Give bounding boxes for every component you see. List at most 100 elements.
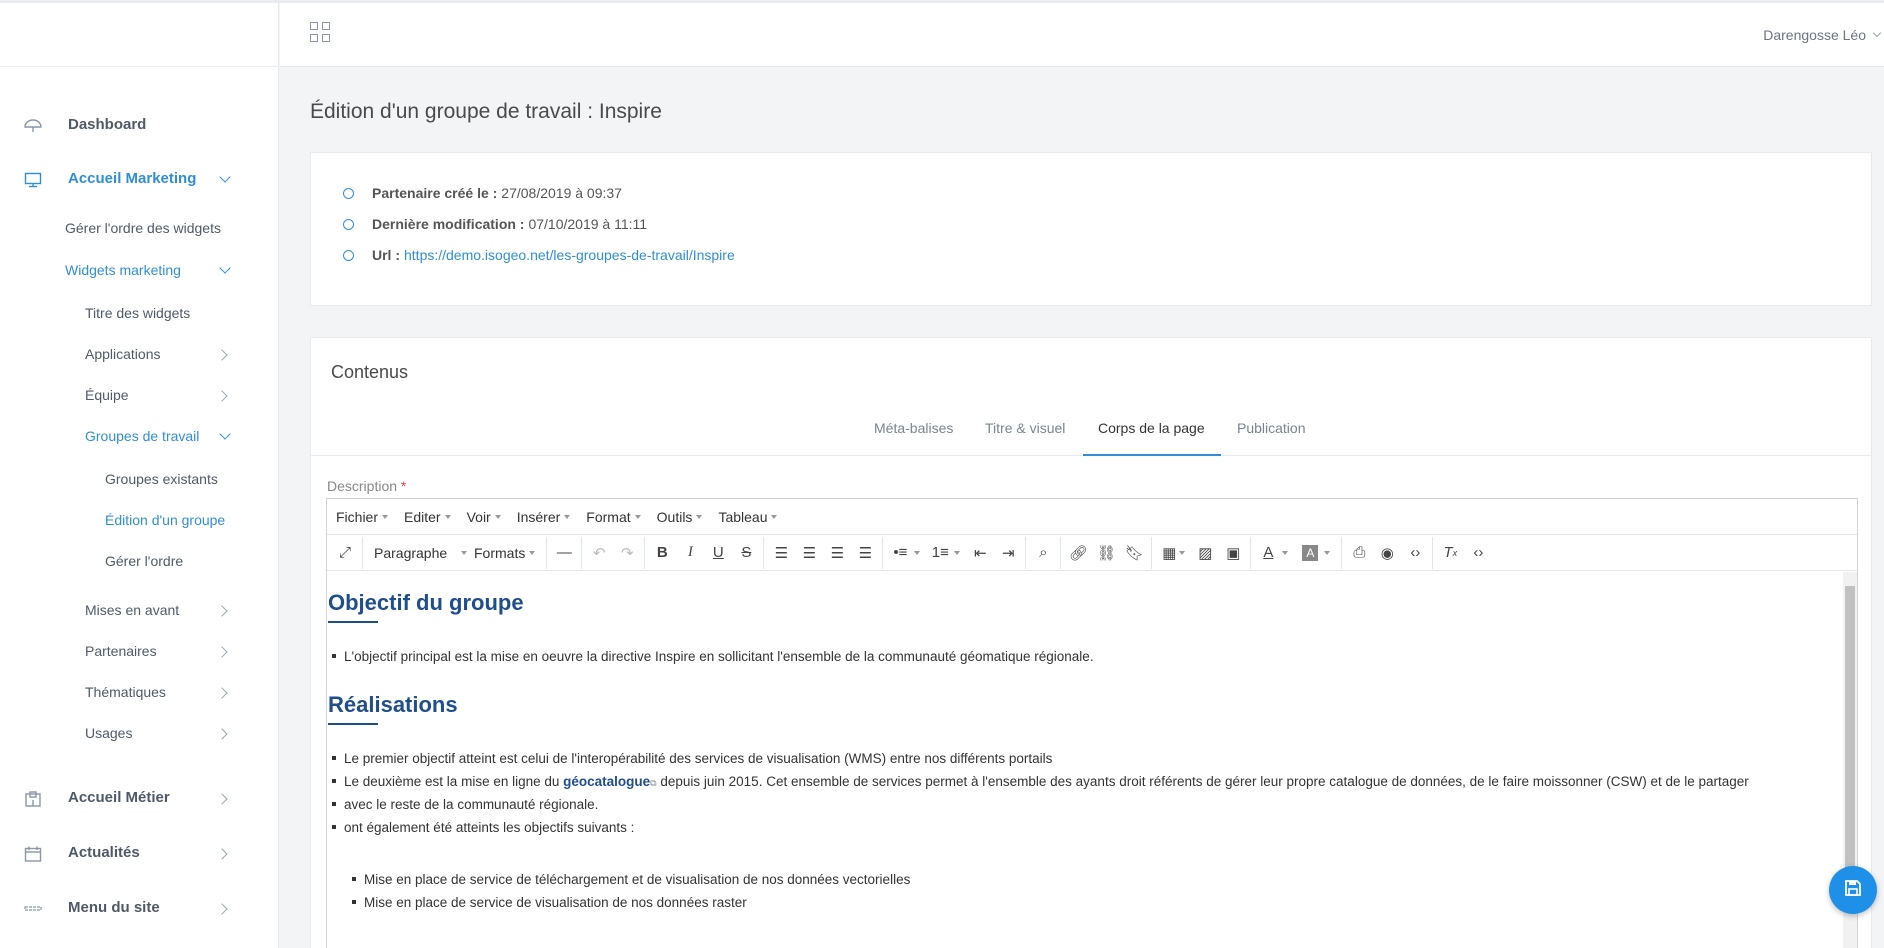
caret-down-icon[interactable] (1282, 550, 1289, 555)
background-color-icon[interactable]: A (1302, 544, 1319, 561)
menu-editer[interactable]: Editer (404, 509, 451, 525)
underline-icon[interactable]: U (704, 539, 732, 567)
sidebar-item-label: Menu du site (68, 899, 160, 916)
text-color-icon[interactable]: A (1254, 539, 1282, 567)
sidebar-item-applications[interactable]: Applications (0, 346, 279, 364)
link-icon[interactable]: 🔗︎ (1064, 539, 1092, 567)
sidebar-item-titre-widgets[interactable]: Titre des widgets (0, 305, 279, 323)
content-tabs: Méta-balises Titre & visuel Corps de la … (311, 400, 1871, 456)
description-label: Description * (327, 478, 406, 494)
redo-icon[interactable]: ↷ (613, 539, 641, 567)
menu-inserer[interactable]: Insérer (517, 509, 571, 525)
unlink-icon[interactable]: ⛓ (1092, 539, 1120, 567)
editor-content[interactable]: Objectif du groupe L'objectif principal … (327, 572, 1839, 948)
menu-fichier[interactable]: Fichier (336, 509, 389, 525)
created-row: Partenaire créé le : 27/08/2019 à 09:37 (343, 185, 622, 201)
sidebar-item-usages[interactable]: Usages (0, 725, 279, 743)
rich-text-editor: Fichier Editer Voir Insérer Format Outil… (326, 498, 1858, 948)
geocatalogue-link[interactable]: géocatalogue (563, 774, 650, 789)
code-icon[interactable]: ‹› (1401, 539, 1429, 567)
image-icon[interactable]: ▨ (1191, 539, 1219, 567)
menu-voir[interactable]: Voir (467, 509, 501, 525)
chevron-right-icon (216, 646, 228, 658)
formats-select[interactable]: Formats (466, 539, 543, 567)
top-header: Darengosse Léo (280, 3, 1884, 67)
sidebar-item-equipe[interactable]: Équipe (0, 387, 279, 405)
align-center-icon[interactable]: ☰ (795, 539, 823, 567)
user-menu[interactable]: Darengosse Léo (1763, 27, 1882, 43)
caret-down-icon[interactable] (1324, 550, 1331, 555)
doc-heading-objectif: Objectif du groupe (328, 590, 524, 615)
search-replace-icon[interactable]: ⌕ (1029, 539, 1057, 567)
sidebar-item-mises-en-avant[interactable]: Mises en avant (0, 602, 279, 620)
undo-icon[interactable]: ↶ (585, 539, 613, 567)
editor-toolbar: ⤢ Paragraphe Formats — ↶ ↷ B I U S ☰ ☰ ☰… (327, 535, 1857, 571)
created-label: Partenaire créé le : (372, 185, 498, 201)
tab-corps-page[interactable]: Corps de la page (1098, 420, 1205, 436)
sidebar-item-menu-site[interactable]: Menu du site (0, 899, 279, 919)
sidebar-item-groupes-existants[interactable]: Groupes existants (0, 471, 279, 489)
save-fab-button[interactable] (1829, 866, 1877, 914)
user-name: Darengosse Léo (1763, 27, 1866, 43)
caret-down-icon[interactable] (1179, 550, 1186, 555)
bullet-list-icon[interactable]: •≡ (886, 539, 914, 567)
sidebar-item-dashboard[interactable]: Dashboard (0, 116, 279, 136)
caret-down-icon (634, 514, 641, 519)
content-card: Contenus Méta-balises Titre & visuel Cor… (310, 337, 1872, 948)
sidebar-item-label: Mises en avant (85, 602, 180, 618)
indent-icon[interactable]: ⇥ (994, 539, 1022, 567)
bold-icon[interactable]: B (648, 539, 676, 567)
clear-formatting-icon[interactable]: Tx (1436, 539, 1464, 567)
sidebar-item-thematiques[interactable]: Thématiques (0, 684, 279, 702)
caret-down-icon[interactable] (954, 550, 961, 555)
align-left-icon[interactable]: ☰ (767, 539, 795, 567)
preview-eye-icon[interactable]: ◉ (1373, 539, 1401, 567)
numbered-list-icon[interactable]: 1≡ (926, 539, 954, 567)
sidebar-item-partenaires[interactable]: Partenaires (0, 643, 279, 661)
sidebar-item-edition-groupe[interactable]: Édition d'un groupe (0, 512, 279, 530)
menu-format[interactable]: Format (586, 508, 641, 525)
italic-icon[interactable]: I (676, 539, 704, 567)
chevron-right-icon (216, 687, 228, 699)
bookmark-icon[interactable]: 🔖︎ (1120, 539, 1148, 567)
group-url-link[interactable]: https://demo.isogeo.net/les-groupes-de-t… (404, 247, 735, 263)
block-format-select[interactable]: Paragraphe (366, 539, 468, 567)
sidebar-item-gerer-ordre-widgets[interactable]: Gérer l'ordre des widgets (0, 220, 279, 238)
menu-outils[interactable]: Outils (657, 509, 703, 525)
media-icon[interactable]: ▣ (1219, 539, 1247, 567)
sidebar-item-accueil-metier[interactable]: Accueil Métier (0, 789, 279, 809)
horizontal-line-icon[interactable]: — (550, 539, 578, 567)
menu-label: Voir (466, 508, 491, 525)
sidebar-item-label: Titre des widgets (85, 305, 191, 321)
print-icon[interactable]: ⎙ (1345, 539, 1373, 567)
source-code-icon[interactable]: ‹› (1464, 539, 1492, 567)
sidebar-item-widgets-marketing[interactable]: Widgets marketing (0, 262, 279, 280)
sidebar-item-accueil-marketing[interactable]: Accueil Marketing (0, 170, 279, 190)
active-tab-indicator (1083, 454, 1221, 456)
align-justify-icon[interactable]: ☰ (851, 539, 879, 567)
block-format-value: Paragraphe (374, 544, 448, 561)
required-mark: * (400, 478, 407, 494)
calendar-icon (24, 846, 42, 862)
menu-label: Format (586, 508, 631, 525)
sidebar-item-gerer-ordre[interactable]: Gérer l'ordre (0, 553, 279, 571)
apps-grid-icon[interactable] (310, 22, 330, 42)
content-title: Contenus (331, 362, 409, 382)
strikethrough-icon[interactable]: S (732, 539, 760, 567)
outdent-icon[interactable]: ⇤ (966, 539, 994, 567)
menu-tableau[interactable]: Tableau (718, 509, 778, 525)
tab-titre-visuel[interactable]: Titre & visuel (985, 420, 1065, 436)
caret-down-icon (382, 514, 389, 519)
chevron-down-icon (219, 262, 231, 274)
fullscreen-icon[interactable]: ⤢ (331, 539, 359, 567)
sidebar-item-groupes-travail[interactable]: Groupes de travail (0, 428, 279, 446)
sidebar-item-actualites[interactable]: Actualités (0, 844, 279, 864)
menu-icon (24, 901, 42, 917)
scrollbar-thumb[interactable] (1845, 586, 1855, 896)
tab-meta-balises[interactable]: Méta-balises (874, 420, 953, 436)
caret-down-icon[interactable] (914, 550, 921, 555)
align-right-icon[interactable]: ☰ (823, 539, 851, 567)
chevron-right-icon (216, 728, 228, 740)
tab-publication[interactable]: Publication (1237, 420, 1306, 436)
umbrella-icon (24, 118, 42, 134)
